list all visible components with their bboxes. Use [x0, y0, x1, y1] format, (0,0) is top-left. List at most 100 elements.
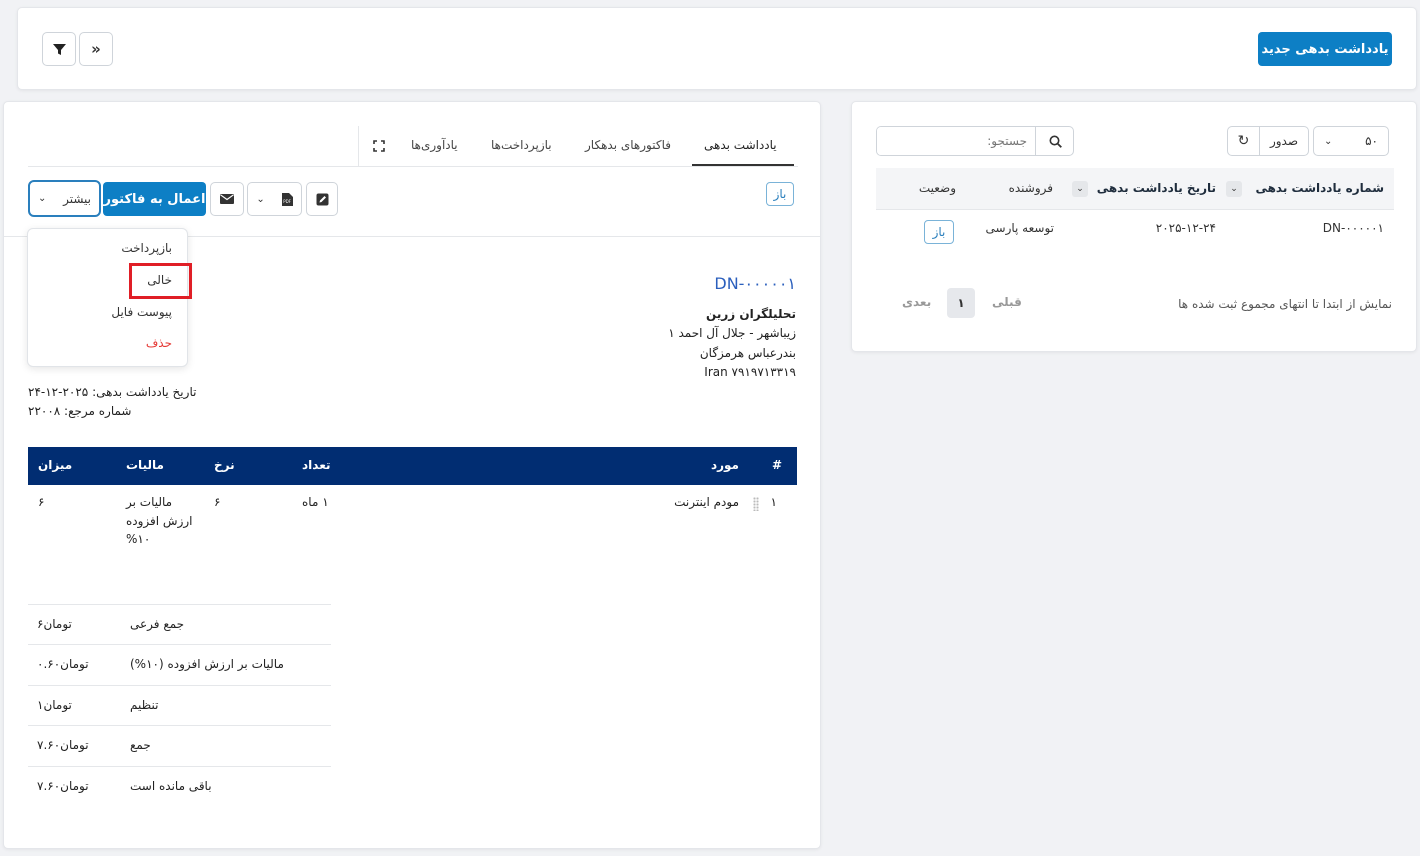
totals-label: باقی مانده است — [130, 779, 212, 793]
search-button[interactable] — [1035, 127, 1073, 155]
col-header-date[interactable]: تاریخ یادداشت بدهی — [1097, 181, 1216, 195]
menu-item-delete[interactable]: حذف — [146, 336, 172, 350]
totals-value: ۷.۶۰تومان — [37, 738, 89, 752]
pagination-page-1[interactable]: ۱ — [947, 288, 975, 318]
pdf-icon: PDF — [281, 192, 293, 206]
totals-divider — [28, 685, 331, 686]
edit-icon — [316, 193, 328, 205]
col-number-dropdown-icon[interactable]: ⌄ — [1226, 181, 1242, 197]
items-table-header: # مورد تعداد نرخ مالیات میزان — [28, 447, 797, 485]
double-chevron-icon: » — [91, 40, 101, 58]
item-index: ۱ — [770, 495, 777, 509]
list-table-header: شماره یادداشت بدهی ⌄ تاریخ یادداشت بدهی … — [876, 168, 1394, 210]
item-name: مودم اینترنت — [674, 495, 739, 509]
search-box — [876, 126, 1074, 156]
row-number[interactable]: DN-۰۰۰۰۰۱ — [1323, 221, 1384, 235]
pagination-page-number: ۱ — [957, 296, 965, 310]
export-button[interactable]: صدور — [1259, 126, 1309, 156]
col-header-number[interactable]: شماره یادداشت بدهی — [1255, 181, 1384, 195]
svg-text:PDF: PDF — [283, 199, 291, 204]
address-line-1: زیباشهر - جلال آل احمد ۱ — [668, 326, 796, 340]
tab-refunds[interactable]: بازپرداخت‌ها — [491, 138, 552, 152]
doc-number: DN-۰۰۰۰۰۱ — [714, 274, 796, 293]
col-tax: مالیات — [126, 458, 164, 472]
filter-button[interactable] — [42, 32, 76, 66]
item-amount: ۶ — [38, 495, 45, 509]
expand-icon-tab[interactable] — [358, 126, 398, 166]
item-qty: ۱ ماه — [302, 495, 329, 509]
more-button-label: بیشتر — [63, 191, 91, 206]
reference-number: شماره مرجع: ۲۲۰۰۸ — [28, 404, 132, 418]
apply-to-invoice-button[interactable]: اعمال به فاکتور — [103, 182, 206, 216]
debit-note-date: تاریخ یادداشت بدهی: ۲۰۲۵-۱۲-۲۴ — [28, 385, 197, 399]
menu-item-attach-file[interactable]: پیوست فایل — [111, 305, 172, 319]
address-line-2: بندرعباس هرمزگان — [699, 346, 796, 360]
col-rate: نرخ — [214, 458, 235, 472]
totals-value: ۶تومان — [37, 617, 72, 631]
totals-divider — [28, 766, 331, 767]
search-icon — [1049, 135, 1062, 148]
search-input[interactable] — [877, 127, 1035, 155]
status-badge: باز — [766, 182, 794, 206]
totals-label: مالیات بر ارزش افزوده (۱۰%) — [130, 657, 284, 671]
col-qty: تعداد — [302, 458, 331, 472]
totals-label: تنظیم — [130, 698, 159, 712]
row-date: ۲۰۲۵-۱۲-۲۴ — [1155, 221, 1216, 235]
new-debit-note-button[interactable]: یادداشت بدهی جدید — [1258, 32, 1392, 66]
totals-value: ۰.۶۰تومان — [37, 657, 89, 671]
email-button[interactable] — [210, 182, 244, 216]
more-dropdown-menu: بازپرداخت خالی پیوست فایل حذف — [27, 228, 192, 367]
totals-divider — [28, 604, 331, 605]
tab-debit-note[interactable]: یادداشت بدهی — [704, 138, 777, 152]
refresh-button[interactable]: ↻ — [1227, 126, 1260, 156]
company-name: تحلیلگران زرین — [706, 307, 796, 321]
table-row[interactable]: DN-۰۰۰۰۰۱ ۲۰۲۵-۱۲-۲۴ توسعه پارسی باز — [876, 210, 1394, 254]
item-rate: ۶ — [214, 495, 221, 509]
top-toolbar-card: یادداشت بدهی جدید » — [17, 7, 1417, 90]
totals-value: ۷.۶۰تومان — [37, 779, 89, 793]
tab-debtor-invoices[interactable]: فاکتورهای بدهکار — [585, 138, 671, 152]
totals-label: جمع — [130, 738, 151, 752]
row-vendor: توسعه پارسی — [985, 221, 1054, 235]
page-size-select[interactable]: ⌄ ۵۰ — [1313, 126, 1389, 156]
tab-reminders[interactable]: یادآوری‌ها — [411, 138, 458, 152]
menu-item-void[interactable]: خالی — [147, 273, 172, 287]
debit-notes-list-panel: ⌄ ۵۰ صدور ↻ شماره یادداشت بدهی ⌄ تاریخ ی… — [851, 101, 1417, 352]
item-tax-line-2: ارزش افزوده — [126, 514, 193, 528]
page-size-value: ۵۰ — [1365, 134, 1378, 148]
filter-icon — [52, 43, 66, 55]
totals-label: جمع فرعی — [130, 617, 185, 631]
chevron-down-icon: ⌄ — [38, 193, 47, 204]
totals-table: جمع فرعی ۶تومان مالیات بر ارزش افزوده (۱… — [28, 604, 331, 806]
totals-divider — [28, 644, 331, 645]
totals-value: ۱تومان — [37, 698, 72, 712]
list-info-text: نمایش از ابتدا تا انتهای مجموع ثبت شده ه… — [1178, 297, 1392, 311]
pagination-next[interactable]: بعدی — [902, 295, 931, 309]
col-index: # — [771, 458, 782, 472]
col-header-vendor[interactable]: فروشنده — [1009, 181, 1053, 195]
drag-handle-icon[interactable] — [753, 497, 759, 511]
more-dropdown-button[interactable]: ⌄ بیشتر — [28, 180, 101, 217]
edit-button[interactable] — [306, 182, 338, 216]
chevron-down-icon: ⌄ — [1324, 135, 1333, 147]
refresh-icon: ↻ — [1237, 133, 1250, 149]
row-status-badge: باز — [924, 220, 954, 244]
col-amount: میزان — [38, 458, 73, 472]
chevron-down-icon: ⌄ — [256, 193, 265, 205]
col-date-dropdown-icon[interactable]: ⌄ — [1072, 181, 1088, 197]
debit-note-detail-panel: یادداشت بدهی فاکتورهای بدهکار بازپرداخت‌… — [3, 101, 821, 849]
pdf-dropdown-button[interactable]: ⌄ PDF — [247, 182, 302, 216]
col-header-status[interactable]: وضعیت — [919, 181, 956, 195]
tabs-divider — [28, 166, 798, 167]
expand-icon — [372, 140, 385, 152]
col-item: مورد — [710, 458, 739, 472]
item-tax-line-1: مالیات بر — [126, 495, 173, 509]
table-row: ۱ مودم اینترنت ۱ ماه ۶ مالیات بر ارزش اف… — [28, 485, 797, 565]
totals-divider — [28, 725, 331, 726]
pagination-prev[interactable]: قبلی — [992, 295, 1022, 309]
envelope-icon — [220, 194, 234, 204]
menu-item-refund[interactable]: بازپرداخت — [121, 241, 172, 255]
collapse-panel-button[interactable]: » — [79, 32, 113, 66]
address-line-3: Iran ۷۹۱۹۷۱۳۳۱۹ — [704, 365, 796, 379]
item-tax-line-3: %۱۰ — [126, 532, 151, 546]
